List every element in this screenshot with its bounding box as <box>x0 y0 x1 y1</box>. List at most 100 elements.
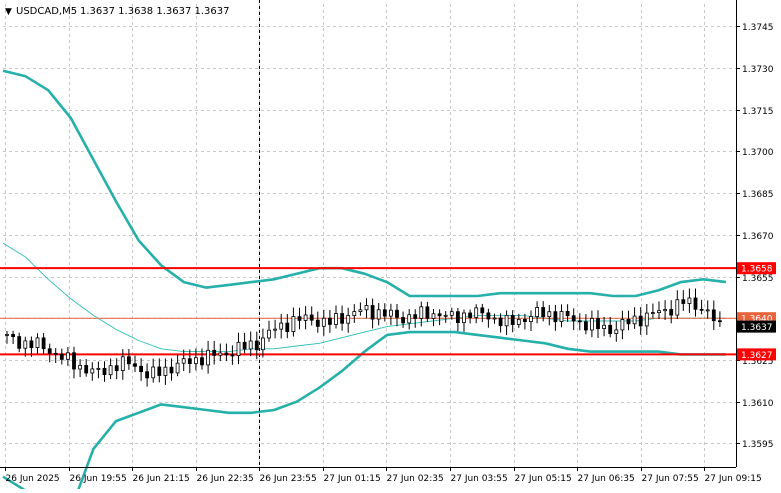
candle-body <box>212 349 217 356</box>
candle-body <box>681 299 686 304</box>
bollinger-upper-band <box>2 69 727 298</box>
y-tick-label: 1.3610 <box>742 399 774 409</box>
candle-body <box>626 318 631 325</box>
candle-body <box>535 307 539 317</box>
candle-body <box>297 316 302 321</box>
candle-body <box>462 312 466 324</box>
candle-body <box>175 362 180 374</box>
candle-body <box>425 306 430 319</box>
candle-body <box>163 366 168 376</box>
candle-body <box>96 367 101 370</box>
candle-body <box>193 357 198 364</box>
candle-body <box>413 314 418 319</box>
candle-body <box>133 363 137 367</box>
candle-body <box>309 314 314 321</box>
candle-body <box>254 340 259 351</box>
candle-body <box>151 366 156 379</box>
candle-body <box>705 309 710 312</box>
candle-body <box>614 329 619 334</box>
candle-body <box>492 317 497 320</box>
candle-body <box>200 357 204 366</box>
candle-body <box>90 368 95 374</box>
candle-body <box>59 353 64 360</box>
candle-body <box>455 311 460 324</box>
candle-body <box>516 318 521 325</box>
y-tick-label: 1.3655 <box>742 274 774 284</box>
candle-body <box>419 306 424 319</box>
candle-body <box>553 311 558 323</box>
indicators <box>2 69 727 493</box>
chart-window[interactable]: 1.3745 1.3730 1.3715 1.3700 1.3685 1.3670 1.36… <box>0 0 781 493</box>
candle-body <box>120 356 125 371</box>
candle-body <box>388 309 393 317</box>
candle-body <box>632 315 637 325</box>
candle-body <box>248 340 253 350</box>
chart-header: ▼ USDCAD,M5 1.3637 1.3638 1.3637 1.3637 <box>5 6 230 17</box>
candle-body <box>66 352 70 360</box>
y-tick-label: 1.3745 <box>742 23 774 33</box>
candle-body <box>584 321 588 331</box>
candle-body <box>230 354 235 357</box>
candle-body <box>285 322 290 333</box>
candle-body <box>327 317 332 325</box>
x-tick-label: 26 Jun 19:55 <box>70 474 127 484</box>
x-tick-label: 27 Jun 09:15 <box>705 474 762 484</box>
candle-body <box>218 352 223 356</box>
candle-body <box>382 309 387 317</box>
candle-body <box>242 341 247 350</box>
y-tick-label: 1.3700 <box>742 148 774 158</box>
candle-body <box>279 322 284 330</box>
candle-body <box>376 309 381 320</box>
candle-body <box>565 310 570 317</box>
candle-body <box>443 314 448 317</box>
candle-body <box>358 309 363 312</box>
level-price-tag: 1.3627 <box>741 351 773 361</box>
candle-body <box>401 317 406 324</box>
price-chart[interactable]: 1.3745 1.3730 1.3715 1.3700 1.3685 1.3670 1.36… <box>0 0 781 493</box>
candle-body <box>334 313 338 325</box>
candle-body <box>260 337 265 351</box>
candle-body <box>498 317 503 327</box>
candle-body <box>84 365 89 374</box>
candle-body <box>108 365 113 376</box>
candle-body <box>145 371 150 379</box>
candle-body <box>5 333 9 336</box>
candle-body <box>23 340 28 349</box>
candle-body <box>102 367 107 375</box>
symbol-label: USDCAD,M5 <box>16 6 77 17</box>
y-tick-label: 1.3670 <box>742 232 774 242</box>
level-lines[interactable] <box>0 267 736 356</box>
grid <box>3 4 736 467</box>
candle-body <box>157 366 162 376</box>
candle-body <box>468 312 473 318</box>
candle-body <box>187 358 192 365</box>
candle-body <box>321 317 326 327</box>
candle-body <box>181 358 186 364</box>
current-price-tag: 1.3637 <box>741 323 773 333</box>
candle-body <box>224 352 229 356</box>
x-tick-label: 27 Jun 05:15 <box>515 474 572 484</box>
bollinger-lower-band <box>2 330 726 493</box>
y-tick-label: 1.3730 <box>742 65 774 75</box>
candle-body <box>590 317 594 331</box>
candle-body <box>577 320 582 323</box>
candle-body <box>364 305 369 311</box>
candle-body <box>139 365 144 373</box>
candle-body <box>407 314 412 324</box>
x-tick-label: 27 Jun 02:35 <box>387 474 444 484</box>
header-dropdown-icon[interactable]: ▼ <box>5 7 12 17</box>
candle-body <box>711 309 716 322</box>
candle-body <box>529 316 533 322</box>
y-tick-label: 1.3715 <box>742 107 774 117</box>
candle-body <box>644 312 649 327</box>
candle-body <box>596 317 600 329</box>
candle-body <box>571 315 576 322</box>
candle-body <box>449 311 454 316</box>
candle-body <box>127 356 131 365</box>
x-tick-label: 26 Jun 21:15 <box>133 474 190 484</box>
candle-body <box>41 337 46 350</box>
x-tick-label: 26 Jun 22:35 <box>197 474 254 484</box>
candle-body <box>169 366 174 374</box>
candle-body <box>273 328 278 331</box>
candle-body <box>35 337 40 348</box>
